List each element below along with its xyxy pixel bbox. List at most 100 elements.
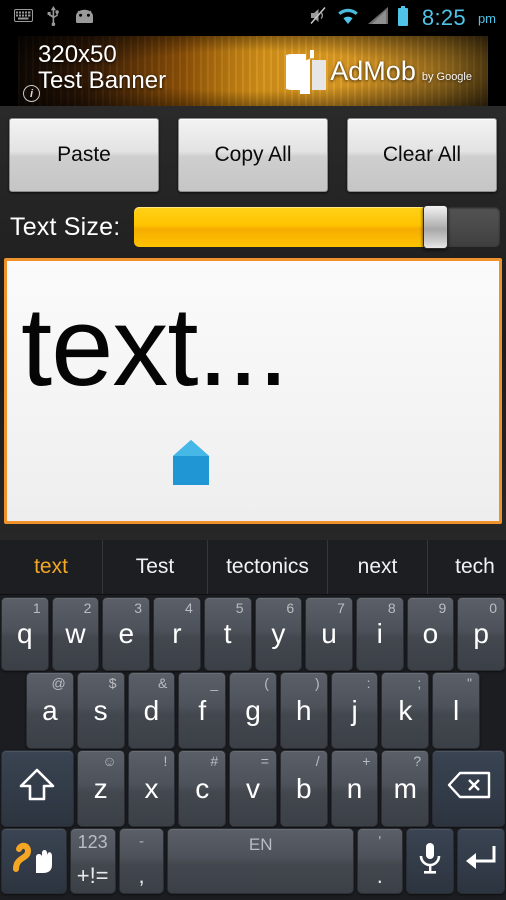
suggestion-item[interactable]: next [328,540,428,594]
key-c[interactable]: # c [178,750,227,827]
numeric-symbols-key[interactable]: 123 +!= [69,828,116,894]
keyboard-row-4: 123 +!= - , EN ' . [0,827,506,897]
key-b[interactable]: / b [279,750,328,827]
clear-all-button[interactable]: Clear All [347,118,497,192]
key-h[interactable]: ) h [279,672,328,749]
comma-key[interactable]: - , [118,828,165,894]
key-z[interactable]: ☺ z [76,750,125,827]
key-sub-label: 6 [286,600,295,616]
key-label: o [422,618,439,649]
paste-button[interactable]: Paste [9,118,159,192]
key-label: f [198,694,207,726]
copy-all-button[interactable]: Copy All [178,118,328,192]
key-label: m [393,772,417,804]
key-o[interactable]: 9o [406,597,455,671]
key-label: l [453,694,460,726]
key-t[interactable]: 5t [203,597,252,671]
key-y[interactable]: 6y [254,597,303,671]
info-icon[interactable]: i [23,85,40,102]
key-sub-label: 1 [32,600,41,616]
key-sub-label: 123 [77,832,108,852]
suggestion-item[interactable]: tectonics [208,540,328,594]
text-cursor-handle[interactable] [172,439,210,486]
status-bar-meridiem: pm [477,10,496,26]
key-e[interactable]: 3e [102,597,151,671]
suggestion-item[interactable]: Test [103,540,208,594]
key-l[interactable]: " l [432,672,481,749]
key-sub-label: 5 [235,600,244,616]
text-size-row: Text Size: [0,196,506,258]
keyboard-icon [14,9,33,27]
key-label: . [376,863,383,888]
enter-key[interactable] [456,828,506,894]
key-sub-label: ' [378,833,382,850]
action-button-row: Paste Copy All Clear All [0,106,506,196]
key-label: z [93,772,108,804]
key-sub-label: " [467,675,473,691]
key-label: c [195,772,210,804]
suggestion-item[interactable]: text [0,540,103,594]
key-i[interactable]: 8i [355,597,404,671]
key-label: p [473,618,489,649]
key-label: h [295,694,312,726]
keyboard-row-3: ☺ z ! x # c = v / b + n ? m [0,749,506,827]
key-sub-label: + [362,753,371,769]
android-icon [74,9,95,28]
backspace-icon [447,771,491,806]
key-k[interactable]: ; k [381,672,430,749]
key-sub-label: 7 [337,600,345,616]
enter-arrow-icon [464,843,498,880]
swipe-input-key[interactable] [1,828,67,894]
slider-thumb[interactable] [422,205,448,249]
key-sub-label: & [157,675,168,691]
space-key[interactable]: EN [167,828,354,894]
shift-key[interactable] [0,750,74,827]
android-screen: 8:25 pm 320x50 Test Banner i AdMob by Go… [0,0,506,900]
backspace-key[interactable] [432,750,506,827]
key-v[interactable]: = v [229,750,277,827]
key-sub-label: ( [264,675,269,691]
signal-icon [367,7,388,29]
text-input-field[interactable]: text... [4,258,502,524]
suggestion-bar: text Test tectonics next tech [0,540,506,595]
keyboard-row-2: @ a $ s & d _ f (g ) h :j ; k " l [0,671,506,749]
key-label: x [144,772,159,804]
key-w[interactable]: 2w [51,597,100,671]
text-input-value: text... [21,284,289,409]
key-u[interactable]: 7u [305,597,353,671]
key-label: u [321,618,337,649]
voice-input-key[interactable] [405,828,454,894]
key-j[interactable]: :j [330,672,379,749]
period-key[interactable]: ' . [356,828,403,894]
key-label: q [17,618,33,649]
admob-test-banner[interactable]: 320x50 Test Banner i AdMob by Google [18,36,488,106]
key-label: y [271,618,286,649]
soft-keyboard: text Test tectonics next tech 1q 2w 3e 4… [0,540,506,900]
key-sub-label: 9 [438,600,447,616]
slider-fill [134,207,431,247]
wifi-icon [337,7,359,29]
key-sub-label: 2 [83,600,92,616]
suggestion-item[interactable]: tech [428,540,506,594]
key-sub-label: 3 [134,600,143,616]
key-f[interactable]: _ f [178,672,227,749]
key-label: +!= [76,863,109,888]
key-a[interactable]: @ a [25,672,74,749]
usb-icon [47,5,60,31]
key-p[interactable]: 0p [457,597,506,671]
shift-arrow-icon [19,768,55,809]
key-n[interactable]: + n [330,750,379,827]
microphone-icon [417,841,443,882]
key-sub-label: : [366,675,371,691]
key-sub-label: = [260,753,269,769]
app-content: Paste Copy All Clear All Text Size: text… [0,106,506,540]
key-d[interactable]: & d [127,672,176,749]
key-sub-label: ☺ [102,753,117,769]
key-q[interactable]: 1q [0,597,49,671]
key-m[interactable]: ? m [381,750,430,827]
key-x[interactable]: ! x [127,750,176,827]
key-r[interactable]: 4r [153,597,201,671]
key-g[interactable]: (g [229,672,277,749]
text-size-slider[interactable] [134,205,500,249]
key-s[interactable]: $ s [76,672,125,749]
